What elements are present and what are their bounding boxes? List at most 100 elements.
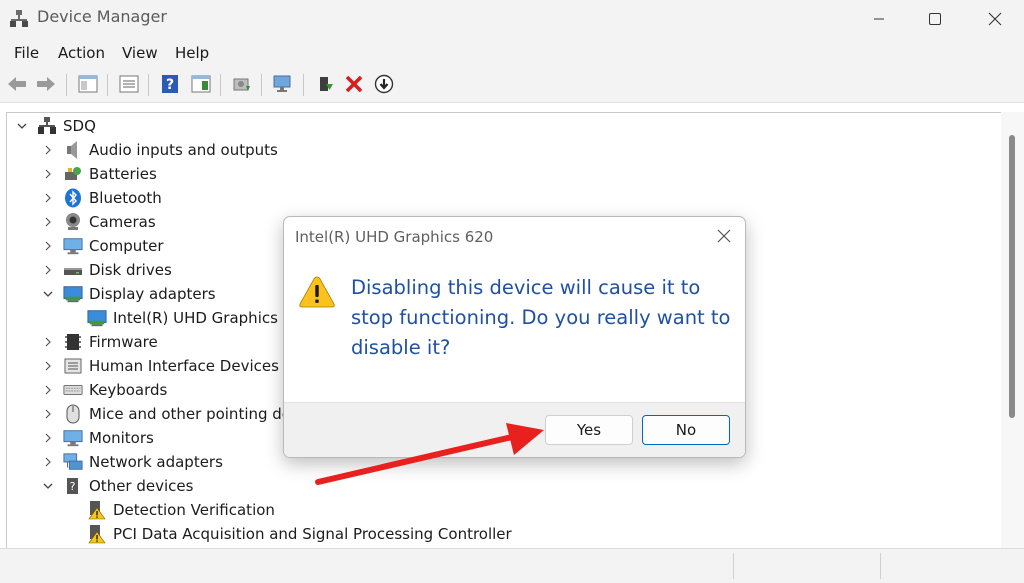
tree-item-firmware[interactable]: Firmware	[41, 331, 158, 353]
svg-text:?: ?	[70, 480, 76, 493]
menu-action[interactable]: Action	[58, 44, 105, 62]
tree-item-pci-data-acquisition[interactable]: PCI Data Acquisition and Signal Processi…	[87, 523, 512, 545]
chevron-right-icon[interactable]	[41, 239, 55, 253]
uninstall-device-icon[interactable]	[343, 73, 365, 95]
dialog-message: Disabling this device will cause it to s…	[351, 276, 731, 359]
title-bar: Device Manager	[0, 0, 1024, 38]
chevron-right-icon[interactable]	[41, 431, 55, 445]
toolbar: ?	[0, 68, 1024, 103]
toolbar-separator	[220, 74, 221, 96]
tree-item-display-adapters[interactable]: Display adapters	[41, 283, 216, 305]
close-button[interactable]	[966, 0, 1024, 38]
chevron-right-icon[interactable]	[41, 167, 55, 181]
chevron-down-icon[interactable]	[41, 287, 55, 301]
status-divider	[733, 553, 734, 579]
tree-item-audio[interactable]: Audio inputs and outputs	[41, 139, 278, 161]
vertical-scrollbar[interactable]	[1001, 112, 1024, 548]
tree-item-label: Human Interface Devices	[89, 357, 279, 375]
tree-item-network-adapters[interactable]: Network adapters	[41, 451, 223, 473]
tree-root-label: SDQ	[63, 117, 96, 135]
chevron-right-icon[interactable]	[41, 359, 55, 373]
tree-item-label: Audio inputs and outputs	[89, 141, 278, 159]
chevron-right-icon[interactable]	[41, 383, 55, 397]
warning-device-icon	[87, 524, 107, 544]
toolbar-separator	[303, 74, 304, 96]
tree-item-monitors[interactable]: Monitors	[41, 427, 154, 449]
unknown-device-icon: ?	[63, 476, 83, 496]
camera-icon	[63, 212, 83, 232]
tree-item-label: Batteries	[89, 165, 157, 183]
tree-item-label: Cameras	[89, 213, 156, 231]
tree-item-intel-uhd-graphics[interactable]: Intel(R) UHD Graphics 620	[87, 307, 311, 329]
update-driver-icon[interactable]	[231, 73, 253, 95]
disable-device-icon[interactable]	[373, 73, 395, 95]
tree-item-label: Disk drives	[89, 261, 172, 279]
monitor-icon	[63, 428, 83, 448]
warning-device-icon	[87, 500, 107, 520]
dialog-close-icon[interactable]	[713, 225, 735, 247]
tree-item-disk-drives[interactable]: Disk drives	[41, 259, 172, 281]
tree-item-label: Intel(R) UHD Graphics 620	[113, 309, 312, 327]
chevron-down-icon[interactable]	[41, 479, 55, 493]
tree-item-bluetooth[interactable]: Bluetooth	[41, 187, 162, 209]
menu-help[interactable]: Help	[175, 44, 209, 62]
computer-network-icon	[37, 116, 57, 136]
bluetooth-icon	[63, 188, 83, 208]
chevron-right-icon[interactable]	[41, 335, 55, 349]
chevron-right-icon[interactable]	[41, 215, 55, 229]
menu-file[interactable]: File	[14, 44, 39, 62]
tree-item-label: Firmware	[89, 333, 158, 351]
menu-view[interactable]: View	[122, 44, 158, 62]
action-pane-icon[interactable]	[190, 73, 212, 95]
maximize-button[interactable]	[906, 0, 964, 38]
tree-item-batteries[interactable]: Batteries	[41, 163, 157, 185]
minimize-icon	[874, 18, 884, 20]
monitor-icon	[63, 236, 83, 256]
tree-item-keyboards[interactable]: Keyboards	[41, 379, 167, 401]
toolbar-separator	[66, 74, 67, 96]
mouse-icon	[63, 404, 83, 424]
chevron-right-icon[interactable]	[41, 263, 55, 277]
firmware-icon	[63, 332, 83, 352]
window-title: Device Manager	[37, 7, 167, 26]
tree-root[interactable]: SDQ	[15, 115, 96, 137]
scan-hardware-icon[interactable]	[272, 73, 294, 95]
tree-item-cameras[interactable]: Cameras	[41, 211, 156, 233]
network-adapter-icon	[63, 452, 83, 472]
scrollbar-thumb[interactable]	[1009, 135, 1015, 418]
tree-item-hid[interactable]: Human Interface Devices	[41, 355, 279, 377]
toolbar-separator	[107, 74, 108, 96]
tree-item-label: Detection Verification	[113, 501, 275, 519]
speaker-icon	[63, 140, 83, 160]
maximize-icon	[929, 13, 941, 25]
enable-device-icon[interactable]	[314, 73, 336, 95]
status-divider	[880, 553, 881, 579]
no-button[interactable]: No	[642, 415, 730, 445]
forward-arrow-icon[interactable]	[35, 73, 57, 95]
dialog-title: Intel(R) UHD Graphics 620	[295, 228, 494, 246]
tree-item-computer[interactable]: Computer	[41, 235, 164, 257]
status-bar	[0, 548, 1024, 583]
tree-item-label: Monitors	[89, 429, 154, 447]
device-manager-window: Device Manager File Action View Help ? S…	[0, 0, 1024, 583]
tree-item-other-devices[interactable]: ? Other devices	[41, 475, 193, 497]
back-arrow-icon[interactable]	[6, 73, 28, 95]
chevron-right-icon[interactable]	[41, 407, 55, 421]
tree-item-label: Keyboards	[89, 381, 168, 399]
chevron-right-icon[interactable]	[41, 143, 55, 157]
tree-item-detection-verification[interactable]: Detection Verification	[87, 499, 275, 521]
tree-item-label: Display adapters	[89, 285, 216, 303]
display-adapter-icon	[87, 308, 107, 328]
hid-icon	[63, 356, 83, 376]
minimize-button[interactable]	[850, 0, 908, 38]
chevron-right-icon[interactable]	[41, 455, 55, 469]
tree-item-label: Network adapters	[89, 453, 223, 471]
tree-item-label: Other devices	[89, 477, 194, 495]
chevron-right-icon[interactable]	[41, 191, 55, 205]
help-icon[interactable]: ?	[159, 73, 181, 95]
properties-icon[interactable]	[118, 73, 140, 95]
yes-button[interactable]: Yes	[545, 415, 633, 445]
chevron-down-icon[interactable]	[15, 119, 29, 133]
toolbar-separator	[148, 74, 149, 96]
show-hide-console-tree-icon[interactable]	[77, 73, 99, 95]
